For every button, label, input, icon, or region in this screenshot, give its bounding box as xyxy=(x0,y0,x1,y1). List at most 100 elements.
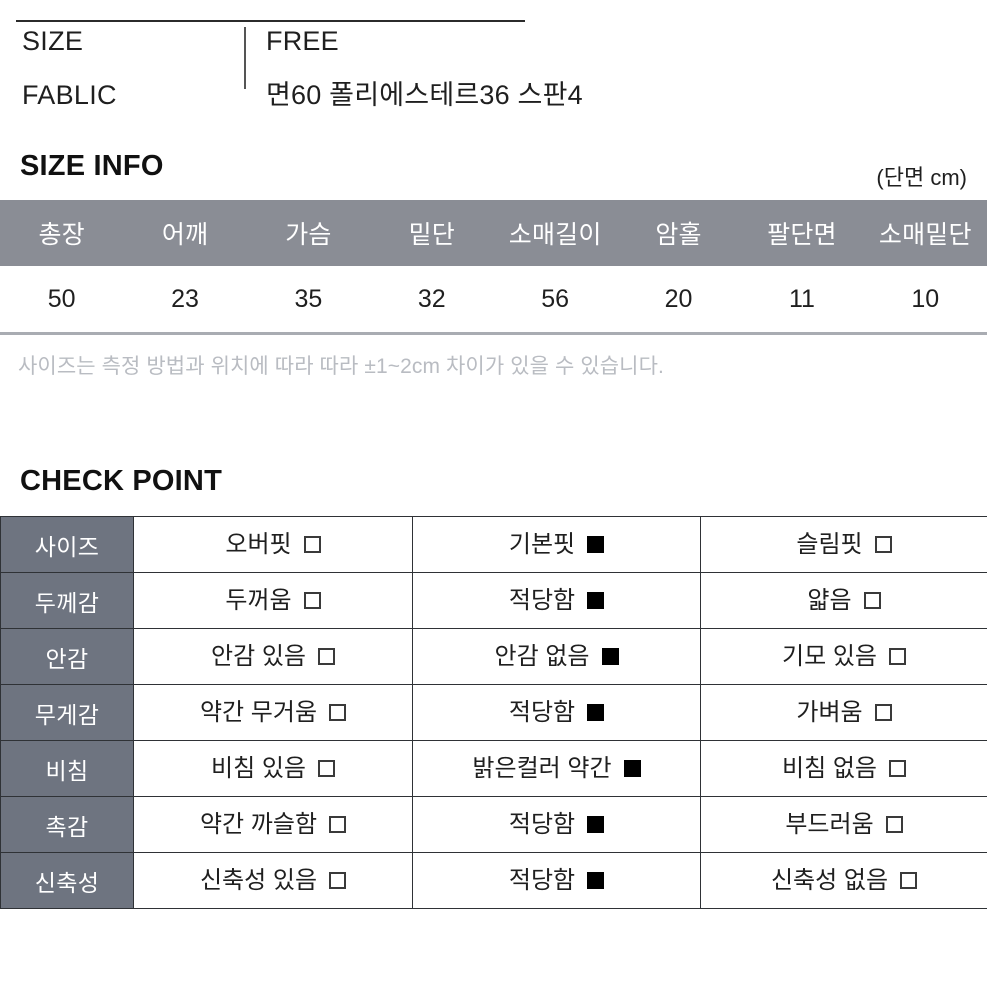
spec-value-fablic: 면60 폴리에스테르36 스판4 xyxy=(266,80,583,110)
check-point-option-cell[interactable]: 적당함 xyxy=(412,684,701,741)
table-row: 사이즈 오버핏 기본핏 슬림핏 xyxy=(0,516,987,573)
check-point-option-cell[interactable]: 신축성 없음 xyxy=(700,852,987,909)
check-point-row-label: 안감 xyxy=(0,628,134,685)
checkbox-icon[interactable] xyxy=(318,760,335,777)
size-info-unit-label: (단면 cm) xyxy=(876,165,967,190)
check-point-option-cell[interactable]: 기모 있음 xyxy=(700,628,987,685)
checkbox-icon[interactable] xyxy=(900,872,918,889)
check-point-row-label: 촉감 xyxy=(0,796,134,853)
checkbox-icon[interactable] xyxy=(863,592,881,609)
checkbox-icon[interactable] xyxy=(318,648,335,665)
size-value-cell: 56 xyxy=(541,284,570,313)
size-value-cell: 23 xyxy=(171,284,199,313)
check-point-option-label: 기본핏 xyxy=(508,530,576,558)
check-point-option-label: 약간 까슬함 xyxy=(199,810,318,838)
size-col-header: 소매길이 xyxy=(508,221,602,249)
check-point-option-cell[interactable]: 안감 없음 xyxy=(412,628,701,685)
size-col-header: 가슴 xyxy=(285,221,332,249)
checkbox-icon[interactable] xyxy=(889,648,906,665)
check-point-option-cell[interactable]: 적당함 xyxy=(412,796,701,853)
check-point-row-label: 두께감 xyxy=(0,572,134,629)
check-point-option-label: 비침 있음 xyxy=(211,754,306,782)
spec-top-rule xyxy=(16,20,525,22)
check-point-option-cell[interactable]: 적당함 xyxy=(412,572,701,629)
size-value-cell: 50 xyxy=(47,284,76,313)
check-point-option-label: 신축성 없음 xyxy=(770,866,889,894)
check-point-option-label: 슬림핏 xyxy=(796,530,863,558)
checkbox-icon[interactable] xyxy=(329,872,347,889)
checkbox-checked-icon[interactable] xyxy=(601,648,619,665)
spec-label-size: SIZE xyxy=(22,26,84,56)
size-value-cell: 35 xyxy=(294,284,323,313)
check-point-option-cell[interactable]: 얇음 xyxy=(700,572,987,629)
checkbox-checked-icon[interactable] xyxy=(587,592,605,609)
check-point-option-cell[interactable]: 신축성 있음 xyxy=(133,852,413,909)
checkbox-icon[interactable] xyxy=(303,592,321,609)
check-point-option-cell[interactable]: 약간 무거움 xyxy=(133,684,413,741)
size-col-header: 어깨 xyxy=(161,221,209,249)
check-point-option-cell[interactable]: 부드러움 xyxy=(700,796,987,853)
check-point-option-cell[interactable]: 비침 있음 xyxy=(133,740,413,797)
table-row: 두께감 두꺼움 적당함 얇음 xyxy=(0,572,987,629)
size-table-header-row: 총장 어깨 가슴 밑단 소매길이 암홀 팔단면 소매밑단 xyxy=(0,200,987,266)
size-measurement-note: 사이즈는 측정 방법과 위치에 따라 따라 ±1~2cm 차이가 있을 수 있습… xyxy=(18,355,664,378)
checkbox-icon[interactable] xyxy=(329,816,347,833)
table-row: 신축성 신축성 있음 적당함 신축성 없음 xyxy=(0,852,987,909)
check-point-option-label: 밝은컬러 약간 xyxy=(472,754,612,782)
size-info-heading: SIZE INFO xyxy=(20,150,164,182)
size-measurement-table: 총장 어깨 가슴 밑단 소매길이 암홀 팔단면 소매밑단 50 23 35 32… xyxy=(0,200,987,335)
checkbox-icon[interactable] xyxy=(885,816,903,833)
check-point-option-label: 적당함 xyxy=(508,698,576,726)
table-row: 무게감 약간 무거움 적당함 가벼움 xyxy=(0,684,987,741)
table-row: 촉감 약간 까슬함 적당함 부드러움 xyxy=(0,796,987,853)
check-point-option-label: 적당함 xyxy=(508,810,576,838)
checkbox-checked-icon[interactable] xyxy=(587,816,605,833)
check-point-option-cell[interactable]: 슬림핏 xyxy=(700,516,987,573)
check-point-option-cell[interactable]: 오버핏 xyxy=(133,516,413,573)
check-point-option-label: 비침 없음 xyxy=(782,754,877,782)
spec-rows: SIZE FREE FABLIC 면60 폴리에스테르36 스판4 xyxy=(0,26,987,120)
checkbox-icon[interactable] xyxy=(874,536,892,553)
checkbox-icon[interactable] xyxy=(303,536,321,553)
spec-label-fablic: FABLIC xyxy=(22,80,117,110)
size-table-value-row: 50 23 35 32 56 20 11 10 xyxy=(0,266,987,332)
check-point-option-cell[interactable]: 안감 있음 xyxy=(133,628,413,685)
check-point-row-label: 사이즈 xyxy=(0,516,134,573)
check-point-option-label: 두꺼움 xyxy=(225,586,292,614)
checkbox-checked-icon[interactable] xyxy=(623,760,641,777)
check-point-option-cell[interactable]: 가벼움 xyxy=(700,684,987,741)
check-point-option-label: 가벼움 xyxy=(796,698,863,726)
checkbox-checked-icon[interactable] xyxy=(587,704,605,721)
checkbox-checked-icon[interactable] xyxy=(587,536,605,553)
size-col-header: 밑단 xyxy=(408,221,456,249)
check-point-table: 사이즈 오버핏 기본핏 슬림핏 두께감 두꺼움 적당함 얇음 안감 안감 있음 … xyxy=(0,516,987,909)
product-size-detail-page: SIZE FREE FABLIC 면60 폴리에스테르36 스판4 SIZE I… xyxy=(0,0,987,987)
check-point-option-cell[interactable]: 두꺼움 xyxy=(133,572,413,629)
check-point-option-label: 얇음 xyxy=(807,586,852,614)
table-row: 안감 안감 있음 안감 없음 기모 있음 xyxy=(0,628,987,685)
checkbox-checked-icon[interactable] xyxy=(587,872,605,889)
check-point-option-label: 적당함 xyxy=(508,866,576,894)
check-point-row-label: 비침 xyxy=(0,740,134,797)
size-col-header: 총장 xyxy=(38,221,85,249)
size-col-header: 소매밑단 xyxy=(878,221,972,249)
size-col-header: 팔단면 xyxy=(767,221,837,249)
size-value-cell: 32 xyxy=(417,284,446,313)
checkbox-icon[interactable] xyxy=(874,704,892,721)
size-value-cell: 11 xyxy=(788,284,815,313)
size-value-cell: 10 xyxy=(911,284,940,313)
check-point-table-body: 사이즈 오버핏 기본핏 슬림핏 두께감 두꺼움 적당함 얇음 안감 안감 있음 … xyxy=(0,516,987,909)
check-point-option-cell[interactable]: 약간 까슬함 xyxy=(133,796,413,853)
checkbox-icon[interactable] xyxy=(329,704,347,721)
checkbox-icon[interactable] xyxy=(889,760,906,777)
check-point-option-label: 안감 있음 xyxy=(211,642,306,670)
spec-row-size: SIZE FREE xyxy=(0,26,987,73)
check-point-option-cell[interactable]: 밝은컬러 약간 xyxy=(412,740,701,797)
check-point-option-cell[interactable]: 기본핏 xyxy=(412,516,701,573)
size-value-cell: 20 xyxy=(664,284,693,313)
size-table-bottom-rule xyxy=(0,332,987,335)
check-point-row-label: 무게감 xyxy=(0,684,134,741)
size-col-header: 암홀 xyxy=(655,221,702,249)
check-point-option-cell[interactable]: 비침 없음 xyxy=(700,740,987,797)
check-point-option-cell[interactable]: 적당함 xyxy=(412,852,701,909)
